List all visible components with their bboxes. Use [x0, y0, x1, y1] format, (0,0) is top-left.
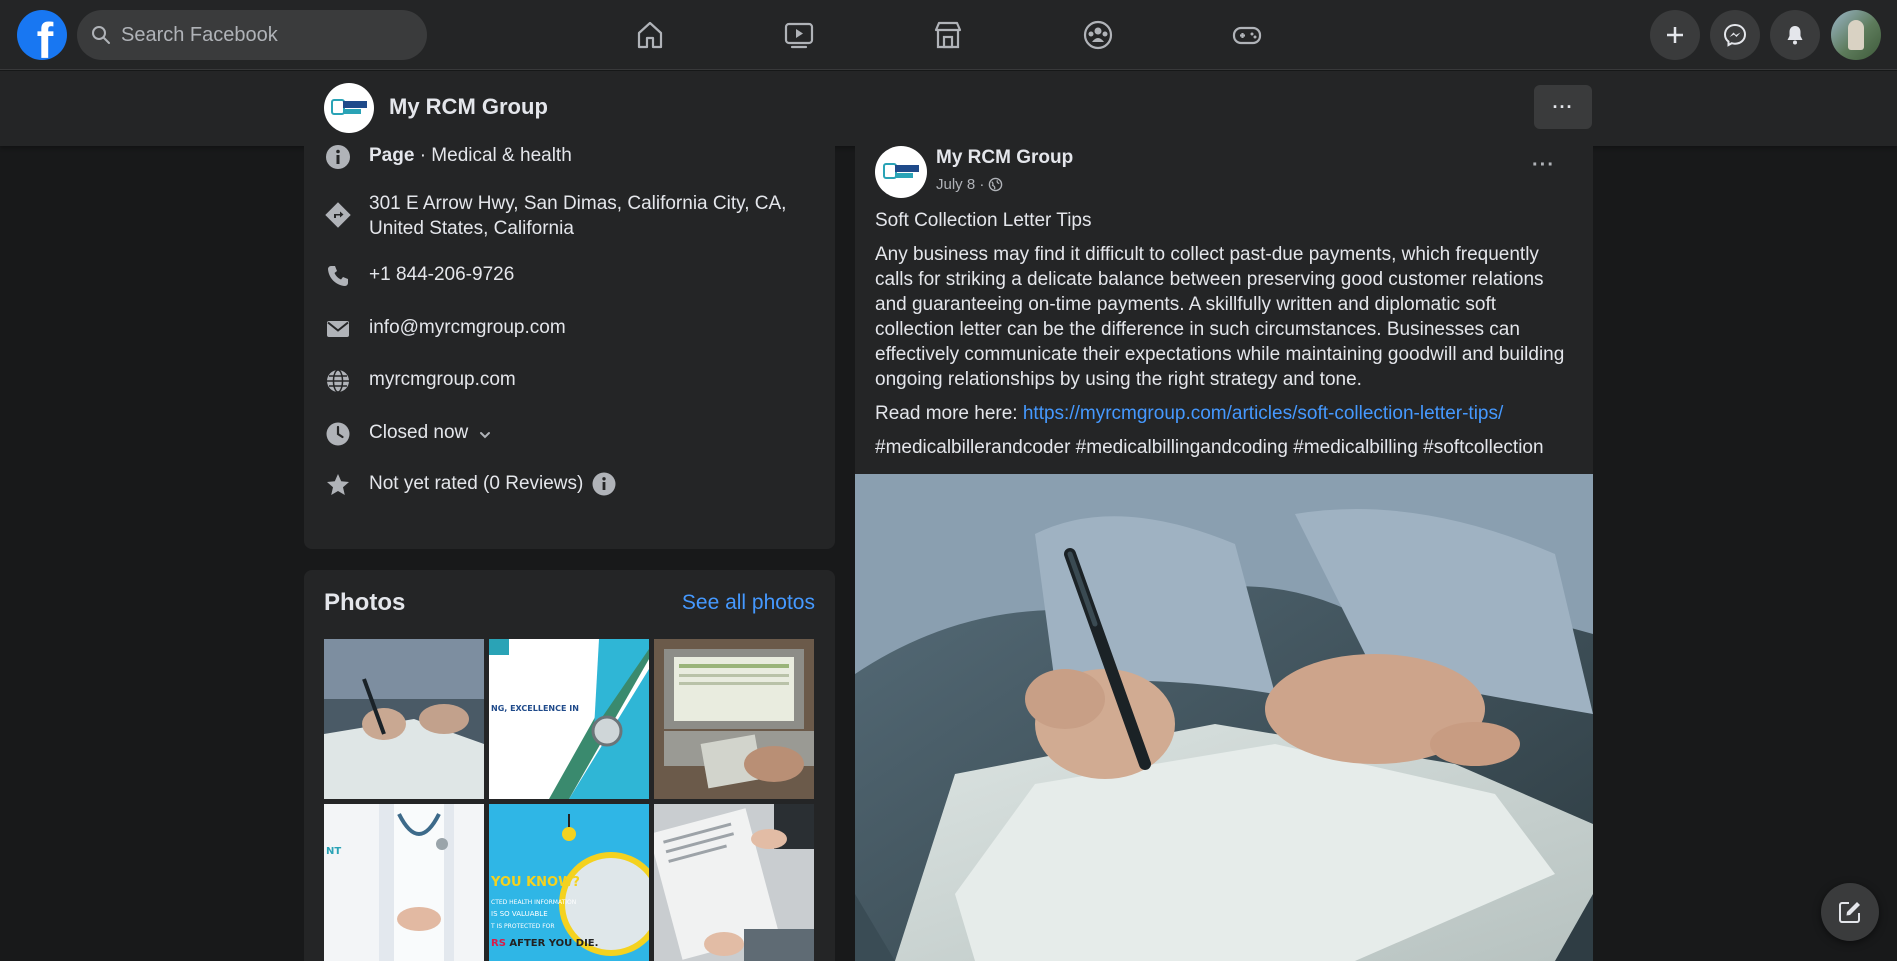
- nav-watch[interactable]: [759, 10, 839, 60]
- facebook-logo[interactable]: f: [17, 10, 67, 60]
- svg-text:T IS PROTECTED FOR: T IS PROTECTED FOR: [490, 923, 555, 930]
- page-logo: [881, 161, 921, 183]
- rating-info-icon[interactable]: [592, 472, 616, 496]
- hours-status[interactable]: Closed now: [369, 420, 468, 445]
- post-author-avatar[interactable]: [875, 146, 927, 198]
- directions-icon: [325, 202, 351, 228]
- messenger-icon: [1723, 23, 1747, 47]
- photo-thumbnail[interactable]: [324, 639, 484, 799]
- page-more-button[interactable]: ···: [1534, 85, 1592, 129]
- page-sticky-header: My RCM Group ···: [0, 71, 1897, 146]
- globe-icon: [989, 177, 1003, 192]
- nav-marketplace[interactable]: [908, 10, 988, 60]
- bell-icon: [1787, 26, 1803, 45]
- svg-text:RS AFTER YOU DIE.: RS AFTER YOU DIE.: [491, 938, 598, 949]
- clock-icon: [326, 422, 350, 446]
- rating-row: Not yet rated (0 Reviews): [324, 471, 616, 499]
- email-icon: [327, 321, 349, 337]
- watch-icon: [784, 22, 814, 49]
- see-all-photos-link[interactable]: See all photos: [682, 591, 815, 615]
- photo-thumbnail[interactable]: [654, 804, 814, 961]
- writing-photo: [855, 474, 1593, 961]
- page-name[interactable]: My RCM Group: [389, 94, 548, 120]
- search-input[interactable]: [121, 23, 401, 47]
- photo-documents-image: [654, 804, 814, 961]
- website-row: myrcmgroup.com: [324, 367, 516, 395]
- website-link[interactable]: myrcmgroup.com: [369, 367, 516, 392]
- svg-text:CTED HEALTH INFORMATION: CTED HEALTH INFORMATION: [491, 899, 576, 906]
- photo-writing-image: [324, 639, 484, 799]
- photos-card: Photos See all photos NG, EXCELLENCE IN: [304, 570, 835, 961]
- category-row: Page · Medical & health: [324, 143, 572, 171]
- nav-gaming[interactable]: [1207, 10, 1287, 60]
- intro-card: Page · Medical & health 301 E Arrow Hwy,…: [304, 143, 835, 549]
- post-author-name[interactable]: My RCM Group: [936, 147, 1073, 169]
- nav-home[interactable]: [610, 10, 690, 60]
- svg-text:NT: NT: [326, 846, 341, 857]
- page-logo: [329, 97, 369, 119]
- info-icon: [326, 145, 350, 169]
- post-hashtags[interactable]: #medicalbillerandcoder #medicalbillingan…: [875, 435, 1575, 460]
- photo-stethoscope-image: NG, EXCELLENCE IN: [489, 639, 649, 799]
- account-avatar[interactable]: [1831, 10, 1881, 60]
- post-date[interactable]: July 8 ·: [936, 176, 984, 193]
- photo-thumbnail[interactable]: NT: [324, 804, 484, 961]
- messenger-button[interactable]: [1710, 10, 1760, 60]
- globe-icon: [327, 369, 349, 393]
- new-message-button[interactable]: [1821, 883, 1879, 941]
- post-image[interactable]: [855, 474, 1593, 961]
- svg-text:YOU KNOW?: YOU KNOW?: [490, 875, 580, 890]
- top-navigation-bar: f: [0, 0, 1897, 70]
- phone-row: +1 844-206-9726: [324, 262, 514, 290]
- notifications-button[interactable]: [1770, 10, 1820, 60]
- photos-title: Photos: [324, 589, 406, 616]
- star-icon: [327, 474, 349, 495]
- address-row: 301 E Arrow Hwy, San Dimas, California C…: [324, 191, 786, 241]
- post-card: My RCM Group July 8 · ··· Soft Collectio…: [855, 146, 1593, 961]
- phone-icon: [328, 266, 348, 286]
- hours-row[interactable]: Closed now: [324, 420, 492, 448]
- post-heading: Soft Collection Letter Tips: [875, 210, 1092, 231]
- post-options-button[interactable]: ···: [1532, 154, 1568, 176]
- photo-laptop-image: [654, 639, 814, 799]
- gaming-icon: [1232, 26, 1262, 45]
- post-meta: July 8 ·: [936, 176, 1003, 193]
- svg-text:NG, EXCELLENCE IN: NG, EXCELLENCE IN: [491, 704, 579, 713]
- plus-icon: [1667, 27, 1683, 43]
- photo-did-you-know-image: YOU KNOW? CTED HEALTH INFORMATION IS SO …: [489, 804, 649, 961]
- chevron-down-icon[interactable]: [478, 428, 492, 442]
- home-icon: [637, 21, 663, 49]
- photo-thumbnail[interactable]: NG, EXCELLENCE IN: [489, 639, 649, 799]
- create-button[interactable]: [1650, 10, 1700, 60]
- page-avatar[interactable]: [324, 83, 374, 133]
- search-box[interactable]: [77, 10, 427, 60]
- photo-nurse-image: NT: [324, 804, 484, 961]
- svg-text:IS SO VALUABLE: IS SO VALUABLE: [491, 910, 548, 918]
- article-link[interactable]: https://myrcmgroup.com/articles/soft-col…: [1023, 403, 1503, 424]
- nav-groups[interactable]: [1058, 10, 1138, 60]
- search-icon: [92, 26, 110, 44]
- post-read-more: Read more here: https://myrcmgroup.com/a…: [875, 403, 1504, 424]
- photo-thumbnail[interactable]: [654, 639, 814, 799]
- photo-thumbnail[interactable]: YOU KNOW? CTED HEALTH INFORMATION IS SO …: [489, 804, 649, 961]
- compose-icon: [1839, 902, 1860, 923]
- groups-icon: [1083, 20, 1113, 50]
- email-row: info@myrcmgroup.com: [324, 315, 566, 343]
- marketplace-icon: [934, 21, 962, 49]
- post-body: Any business may find it difficult to co…: [875, 244, 1565, 390]
